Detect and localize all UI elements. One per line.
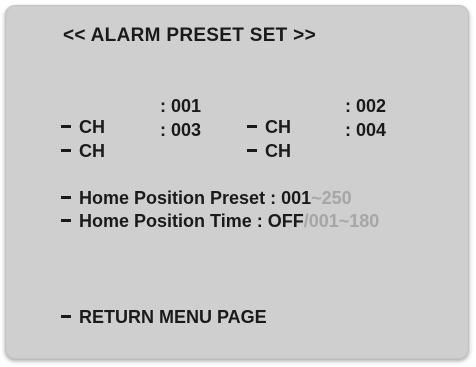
menu-title: << ALARM PRESET SET >> [63, 25, 316, 46]
return-menu-page-label: RETURN MENU PAGE [79, 307, 267, 327]
return-menu-page-item[interactable]: RETURN MENU PAGE [41, 287, 267, 347]
osd-menu-screen: << ALARM PRESET SET >> CH : 001 CH : 002… [5, 5, 469, 359]
dash-icon [61, 315, 72, 319]
home-position-time-range: /001~180 [303, 211, 380, 231]
home-position-time-label: Home Position Time : [79, 211, 263, 231]
ch-value-2: : 002 [345, 96, 387, 116]
dash-icon [61, 149, 72, 153]
dash-icon [61, 219, 72, 223]
ch-value-1: : 001 [160, 96, 202, 116]
home-position-time-item[interactable]: Home Position Time : OFF/001~180 [41, 191, 379, 251]
ch-label: CH [265, 141, 292, 161]
dash-icon [247, 149, 258, 153]
home-position-time-value: OFF [267, 211, 304, 231]
ch-value-4: : 004 [345, 120, 387, 140]
ch-value-3: : 003 [160, 120, 202, 140]
ch-label: CH [79, 141, 106, 161]
